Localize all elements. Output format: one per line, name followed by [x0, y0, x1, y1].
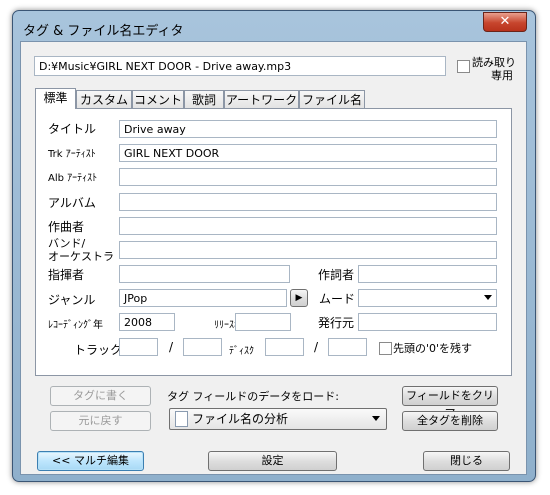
rec-year-label: ﾚｺｰﾃﾞｨﾝｸﾞ年: [48, 320, 103, 331]
title-label: タイトル: [48, 122, 97, 136]
track-field[interactable]: [119, 338, 158, 356]
genre-arrow-button[interactable]: ▶: [290, 289, 308, 307]
genre-field[interactable]: JPop: [119, 289, 287, 307]
alb-artist-field[interactable]: [119, 168, 497, 186]
window-title: タグ & ファイル名エディタ: [23, 24, 184, 39]
tab-filename[interactable]: ファイル名: [299, 90, 365, 108]
standard-tab-panel: タイトル Drive away Trk ｱｰﾃｨｽﾄ GIRL NEXT DOO…: [35, 108, 512, 376]
tab-comment[interactable]: コメント: [132, 90, 184, 108]
release-year-field[interactable]: [235, 313, 291, 331]
mood-select[interactable]: [358, 289, 497, 307]
conductor-label: 指揮者: [48, 268, 85, 282]
composer-label: 作曲者: [48, 220, 85, 234]
album-field[interactable]: [119, 193, 497, 211]
trk-artist-field[interactable]: GIRL NEXT DOOR: [119, 144, 497, 162]
write-tag-button[interactable]: タグに書く: [50, 386, 151, 406]
keep-zero-label: 先頭の'0'を残す: [393, 342, 473, 355]
tab-lyrics[interactable]: 歌詞: [184, 90, 224, 108]
genre-label: ジャンル: [48, 293, 96, 307]
play-icon: ▶: [295, 293, 303, 303]
readonly-label-2: 専用: [491, 69, 513, 82]
composer-field[interactable]: [119, 217, 497, 235]
tab-custom[interactable]: カスタム: [76, 90, 132, 108]
alb-artist-label: Alb ｱｰﾃｨｽﾄ: [48, 173, 98, 184]
close-icon[interactable]: ✕: [483, 12, 527, 32]
rec-year-field[interactable]: 2008: [119, 313, 175, 331]
disc-field[interactable]: [265, 338, 304, 356]
clear-fields-button[interactable]: フィールドをクリア: [402, 386, 498, 420]
track-total-field[interactable]: [183, 338, 222, 356]
revert-button[interactable]: 元に戻す: [50, 411, 151, 431]
conductor-field[interactable]: [119, 265, 290, 283]
chevron-down-icon: [484, 295, 492, 300]
tab-standard[interactable]: 標準: [35, 88, 76, 109]
disc-total-field[interactable]: [328, 338, 367, 356]
band-label-2: オーケストラ: [48, 250, 114, 263]
band-field[interactable]: [119, 241, 497, 259]
disc-slash: /: [314, 340, 319, 354]
chevron-down-icon: [372, 416, 380, 421]
document-icon: [175, 411, 188, 427]
publisher-field[interactable]: [358, 313, 497, 331]
title-field[interactable]: Drive away: [119, 120, 497, 138]
mood-label: ムード: [319, 292, 356, 306]
file-path-field[interactable]: D:¥Music¥GIRL NEXT DOOR - Drive away.mp3: [34, 56, 446, 76]
settings-button[interactable]: 設定: [208, 451, 337, 471]
dialog-body: D:¥Music¥GIRL NEXT DOOR - Drive away.mp3…: [20, 41, 527, 475]
load-source-select[interactable]: ファイル名の分析: [169, 408, 387, 430]
lyricist-label: 作詞者: [318, 268, 355, 282]
delete-all-tags-button[interactable]: 全タグを削除: [402, 411, 498, 431]
load-data-label: タグ フィールドのデータをロード:: [167, 390, 339, 403]
close-button[interactable]: 閉じる: [423, 451, 510, 471]
track-label: トラック: [74, 343, 123, 357]
readonly-checkbox[interactable]: [457, 60, 470, 73]
tab-artwork[interactable]: アートワーク: [224, 90, 299, 108]
lyricist-field[interactable]: [358, 265, 497, 283]
album-label: アルバム: [48, 196, 96, 210]
publisher-label: 発行元: [318, 316, 355, 330]
multi-edit-button[interactable]: << マルチ編集: [37, 451, 144, 471]
tag-editor-window: タグ & ファイル名エディタ ✕ D:¥Music¥GIRL NEXT DOOR…: [12, 10, 536, 482]
track-slash: /: [169, 340, 174, 354]
trk-artist-label: Trk ｱｰﾃｨｽﾄ: [48, 149, 96, 160]
disc-label: ﾃﾞｨｽｸ: [229, 346, 254, 357]
keep-zero-checkbox[interactable]: [379, 342, 392, 355]
